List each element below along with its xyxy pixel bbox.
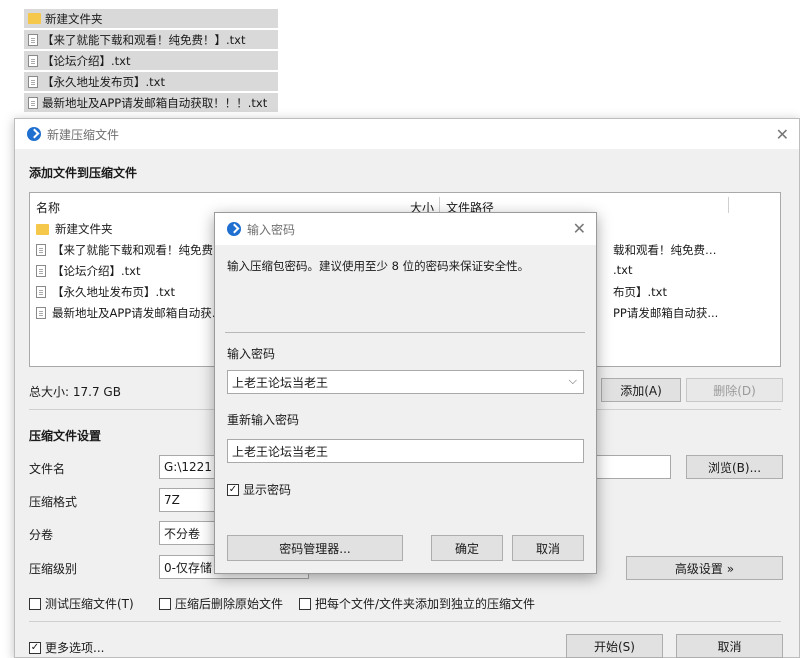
file-row[interactable]: 新建文件夹 (36, 219, 113, 239)
close-icon[interactable]: ✕ (573, 219, 586, 238)
column-divider (439, 197, 440, 213)
divider (29, 621, 781, 622)
delete-button[interactable]: 删除(D) (686, 378, 783, 402)
explorer-item[interactable]: 【论坛介绍】.txt (24, 51, 278, 70)
password-dialog: 输入密码 ✕ 输入压缩包密码。建议使用至少 8 位的密码来保证安全性。 输入密码… (214, 212, 597, 574)
file-row[interactable]: 【来了就能下载和观看！纯免费… (36, 240, 225, 260)
text-file-icon (28, 54, 38, 67)
folder-icon (28, 13, 41, 24)
text-file-icon (36, 265, 46, 277)
text-file-icon (36, 286, 46, 298)
delete-after-checkbox[interactable]: 压缩后删除原始文件 (159, 595, 283, 612)
advanced-settings-button[interactable]: 高级设置 » (626, 556, 783, 580)
password-dialog-title: 输入密码 (247, 222, 296, 237)
file-row[interactable]: 最新地址及APP请发邮箱自动获… (36, 303, 223, 323)
chevron-down-icon[interactable]: ⌵ (569, 374, 577, 388)
reenter-password-label: 重新输入密码 (227, 413, 300, 427)
folder-icon (36, 223, 49, 235)
split-label: 分卷 (29, 528, 54, 542)
explorer-item[interactable]: 【永久地址发布页】.txt (24, 72, 278, 91)
checkbox-checked[interactable]: ✓ (227, 483, 239, 496)
file-path: .txt (613, 263, 633, 277)
password-title-bar: 输入密码 ✕ (215, 213, 596, 245)
file-path: 布页】.txt (613, 285, 667, 299)
password-description: 输入压缩包密码。建议使用至少 8 位的密码来保证安全性。 (227, 259, 530, 273)
checkbox-box[interactable] (159, 597, 171, 610)
file-row[interactable]: 【论坛介绍】.txt (36, 261, 140, 281)
text-file-icon (36, 307, 46, 319)
level-label: 压缩级别 (29, 562, 78, 576)
explorer-item[interactable]: 【来了就能下载和观看！纯免费！】.txt (24, 30, 278, 49)
show-password-checkbox[interactable]: ✓ 显示密码 (227, 481, 291, 498)
password-input[interactable]: 上老王论坛当老王 ⌵ (227, 370, 584, 394)
file-row[interactable]: 【永久地址发布页】.txt (36, 282, 175, 302)
separate-archives-checkbox[interactable]: 把每个文件/文件夹添加到独立的压缩文件 (299, 595, 535, 612)
browse-button[interactable]: 浏览(B)... (686, 455, 783, 479)
file-path: PP请发邮箱自动获... (613, 306, 719, 320)
divider (225, 332, 585, 333)
format-label: 压缩格式 (29, 495, 78, 509)
dialog-title: 新建压缩文件 (47, 127, 120, 142)
password-cancel-button[interactable]: 取消 (512, 535, 584, 561)
cancel-button[interactable]: 取消 (676, 634, 783, 658)
text-file-icon (36, 244, 46, 256)
password-manager-button[interactable]: 密码管理器... (227, 535, 403, 561)
reenter-password-input[interactable]: 上老王论坛当老王 (227, 439, 584, 463)
text-file-icon (28, 96, 38, 109)
total-size: 总大小: 17.7 GB (29, 385, 121, 399)
title-bar: 新建压缩文件 ✕ (15, 119, 799, 149)
add-button[interactable]: 添加(A) (601, 378, 681, 402)
filename-label: 文件名 (29, 462, 66, 476)
app-icon (27, 127, 41, 141)
text-file-icon (28, 75, 38, 88)
text-file-icon (28, 33, 38, 46)
add-files-heading: 添加文件到压缩文件 (29, 166, 138, 180)
explorer-item[interactable]: 新建文件夹 (24, 9, 278, 28)
checkbox-box[interactable] (299, 597, 311, 610)
file-path: 载和观看！纯免费… (613, 243, 717, 257)
column-divider (728, 197, 729, 213)
explorer-item[interactable]: 最新地址及APP请发邮箱自动获取！！！.txt (24, 93, 278, 112)
close-icon[interactable]: ✕ (776, 125, 789, 144)
ok-button[interactable]: 确定 (431, 535, 503, 561)
start-button[interactable]: 开始(S) (566, 634, 663, 658)
test-archive-checkbox[interactable]: 测试压缩文件(T) (29, 595, 134, 612)
column-name[interactable]: 名称 (36, 199, 60, 216)
enter-password-label: 输入密码 (227, 347, 276, 361)
checkbox-box[interactable] (29, 597, 41, 610)
settings-heading: 压缩文件设置 (29, 429, 102, 443)
app-icon (227, 222, 241, 236)
